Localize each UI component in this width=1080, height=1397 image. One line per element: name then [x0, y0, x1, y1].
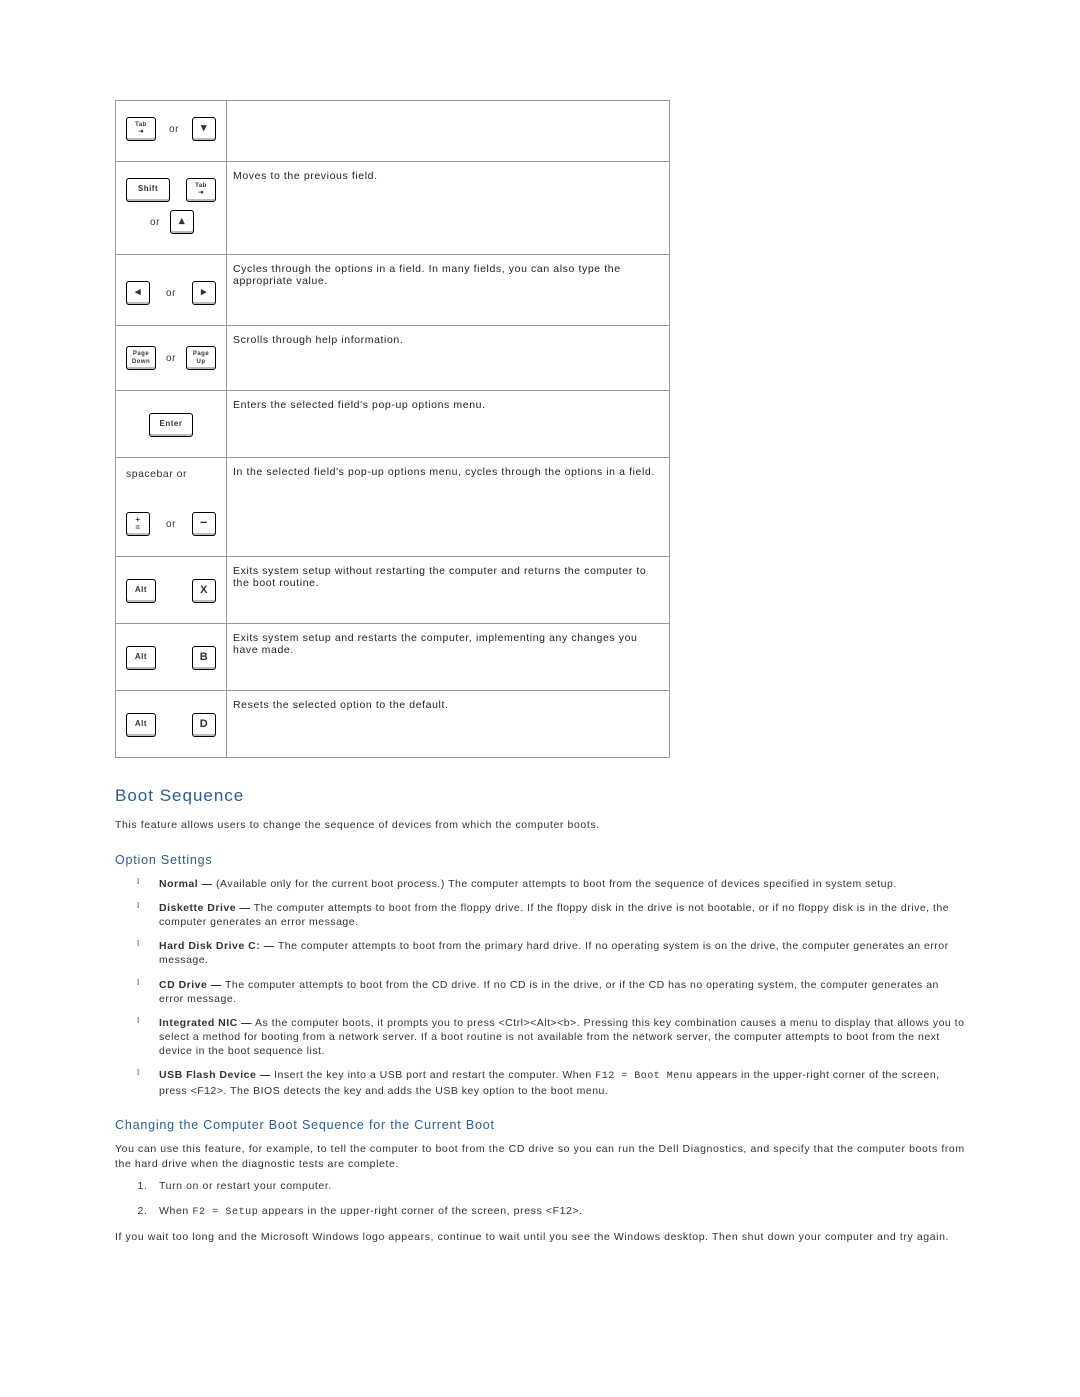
up-arrow-key-icon: ▴ — [170, 210, 194, 234]
right-arrow-key-icon: ▸ — [192, 281, 216, 305]
x-key-icon: X — [192, 579, 216, 603]
key-description: Moves to the previous field. — [227, 162, 670, 255]
enter-key-icon: Enter — [149, 413, 193, 437]
table-row: Shift Tab⇥ or ▴ Moves to the previous fi… — [116, 162, 670, 255]
changing-intro: You can use this feature, for example, t… — [115, 1142, 965, 1171]
alt-key-icon: Alt — [126, 579, 156, 603]
left-arrow-key-icon: ◂ — [126, 281, 150, 305]
step-item: Turn on or restart your computer. — [151, 1179, 965, 1194]
key-description — [227, 101, 670, 162]
table-row: Alt B Exits system setup and restarts th… — [116, 624, 670, 691]
tab-key-icon: Tab⇥ — [186, 178, 216, 202]
list-item: USB Flash Device — Insert the key into a… — [137, 1068, 965, 1098]
key-cell: ◂ or ▸ — [116, 255, 227, 326]
key-description: Scrolls through help information. — [227, 326, 670, 391]
minus-key-icon: – — [192, 512, 216, 536]
key-cell: Alt B — [116, 624, 227, 691]
key-cell: Tab⇥ or ▾ — [116, 101, 227, 162]
list-item: CD Drive — The computer attempts to boot… — [137, 978, 965, 1006]
key-cell: Alt D — [116, 691, 227, 758]
key-description: Enters the selected field's pop-up optio… — [227, 391, 670, 458]
plus-key-icon: += — [126, 512, 150, 536]
list-item: Integrated NIC — As the computer boots, … — [137, 1016, 965, 1059]
key-description: Cycles through the options in a field. I… — [227, 255, 670, 326]
or-label: or — [169, 124, 179, 135]
table-row: ◂ or ▸ Cycles through the options in a f… — [116, 255, 670, 326]
table-row: spacebar or += or – In the selected fiel… — [116, 458, 670, 557]
list-item: Normal — (Available only for the current… — [137, 877, 965, 891]
heading-boot-sequence: Boot Sequence — [115, 786, 965, 806]
page-down-key-icon: Page Down — [126, 346, 156, 370]
wait-note: If you wait too long and the Microsoft W… — [115, 1230, 965, 1245]
step-item: When F2 = Setup appears in the upper-rig… — [151, 1204, 965, 1220]
spacebar-label: spacebar or — [122, 468, 220, 480]
tab-key-icon: Tab⇥ — [126, 117, 156, 141]
b-key-icon: B — [192, 646, 216, 670]
key-cell: spacebar or += or – — [116, 458, 227, 557]
heading-option-settings: Option Settings — [115, 853, 965, 867]
list-item: Diskette Drive — The computer attempts t… — [137, 901, 965, 929]
steps-list: Turn on or restart your computer. When F… — [137, 1179, 965, 1220]
alt-key-icon: Alt — [126, 713, 156, 737]
page-up-key-icon: Page Up — [186, 346, 216, 370]
or-label: or — [166, 353, 176, 364]
boot-sequence-intro: This feature allows users to change the … — [115, 818, 965, 833]
table-row: Enter Enters the selected field's pop-up… — [116, 391, 670, 458]
keyboard-shortcuts-table: Tab⇥ or ▾ Shift Tab⇥ or ▴ Moves to the p… — [115, 100, 670, 758]
or-label: or — [150, 217, 160, 228]
code-f2-setup: F2 = Setup — [192, 1207, 258, 1218]
key-description: Resets the selected option to the defaul… — [227, 691, 670, 758]
key-cell: Enter — [116, 391, 227, 458]
code-f12-boot: F12 = Boot Menu — [595, 1071, 693, 1082]
key-cell: Page Down or Page Up — [116, 326, 227, 391]
key-cell: Alt X — [116, 557, 227, 624]
d-key-icon: D — [192, 713, 216, 737]
table-row: Alt X Exits system setup without restart… — [116, 557, 670, 624]
table-row: Page Down or Page Up Scrolls through hel… — [116, 326, 670, 391]
list-item: Hard Disk Drive C: — The computer attemp… — [137, 939, 965, 967]
key-cell: Shift Tab⇥ or ▴ — [116, 162, 227, 255]
table-row: Alt D Resets the selected option to the … — [116, 691, 670, 758]
key-description: Exits system setup without restarting th… — [227, 557, 670, 624]
down-arrow-key-icon: ▾ — [192, 117, 216, 141]
or-label: or — [166, 288, 176, 299]
key-description: Exits system setup and restarts the comp… — [227, 624, 670, 691]
table-row: Tab⇥ or ▾ — [116, 101, 670, 162]
key-description: In the selected field's pop-up options m… — [227, 458, 670, 557]
alt-key-icon: Alt — [126, 646, 156, 670]
or-label: or — [166, 519, 176, 530]
shift-key-icon: Shift — [126, 178, 170, 202]
option-settings-list: Normal — (Available only for the current… — [137, 877, 965, 1098]
heading-changing-boot: Changing the Computer Boot Sequence for … — [115, 1118, 965, 1132]
